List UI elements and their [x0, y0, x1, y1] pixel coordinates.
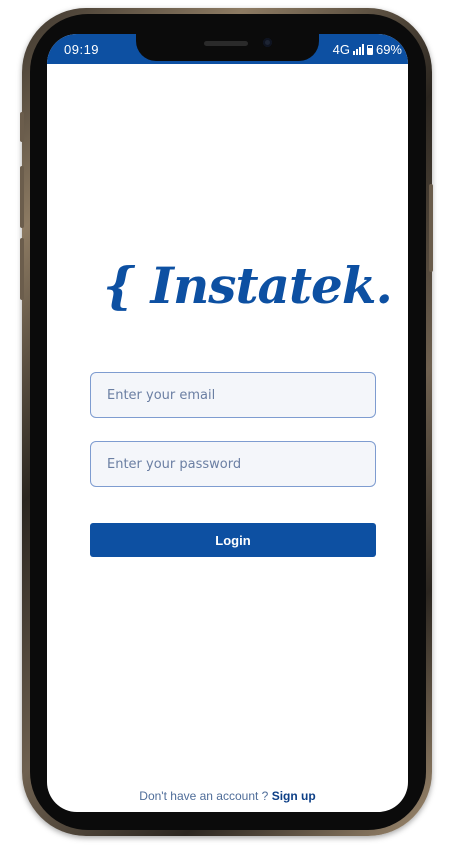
battery-icon: [366, 44, 373, 55]
mute-switch: [20, 112, 24, 142]
power-button: [429, 184, 433, 272]
status-bar: 09:19 4G 69%: [47, 34, 408, 64]
signup-prompt-text: Don't have an account ?: [139, 789, 272, 803]
speaker-grille: [204, 41, 248, 46]
status-time: 09:19: [64, 42, 100, 57]
volume-down-button: [20, 238, 24, 300]
status-indicators: 4G 69%: [333, 42, 402, 57]
signup-prompt: Don't have an account ? Sign up: [47, 789, 408, 803]
signal-icon: [352, 44, 364, 55]
email-field[interactable]: [90, 372, 376, 418]
signup-link[interactable]: Sign up: [272, 789, 316, 803]
app-screen: 09:19 4G 69% { Instatek. } Login Don't h…: [47, 34, 408, 812]
login-button[interactable]: Login: [90, 523, 376, 557]
battery-level: 69%: [375, 42, 402, 57]
network-type: 4G: [332, 42, 350, 57]
notch: [136, 34, 319, 61]
password-field[interactable]: [90, 441, 376, 487]
front-camera-icon: [263, 38, 272, 47]
app-logo: { Instatek. }: [103, 256, 408, 315]
volume-up-button: [20, 166, 24, 228]
